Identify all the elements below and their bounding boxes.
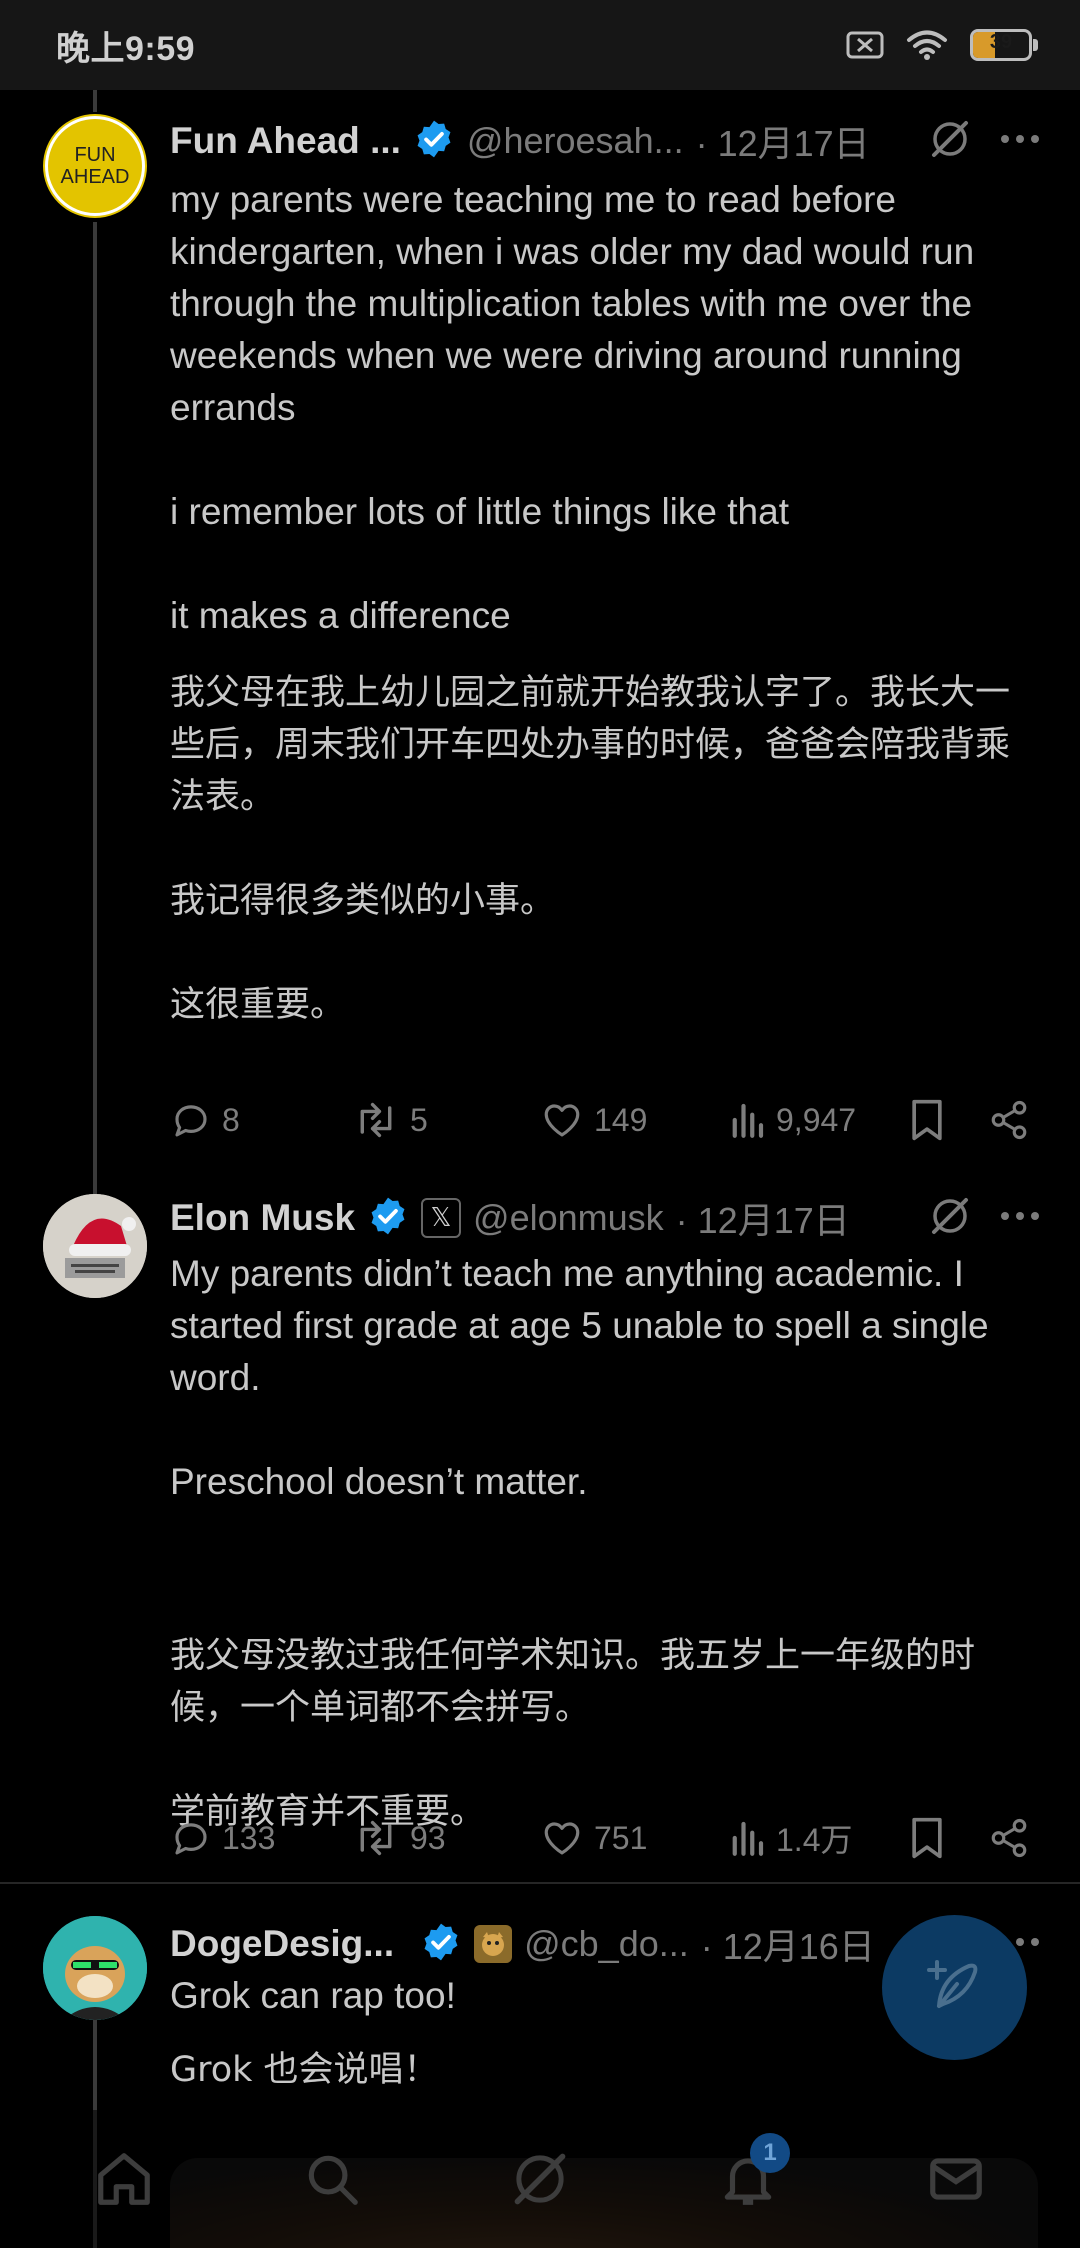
post-text: My parents didn’t teach me anything acad… <box>170 1253 989 1502</box>
reply-count: 8 <box>222 1101 240 1138</box>
status-bar: 晚上9:59 39 <box>0 0 1080 90</box>
bookmark-icon[interactable] <box>908 1816 988 1860</box>
post-date[interactable]: · 12月17日 <box>676 1192 850 1244</box>
post-divider <box>0 1882 1080 1884</box>
like-button[interactable]: 751 <box>540 1817 728 1859</box>
x-affiliate-badge: 𝕏 <box>421 1198 462 1238</box>
post-actions: 133 93 751 1.4万 <box>170 1808 1040 1868</box>
author-handle[interactable]: @elonmusk <box>473 1197 664 1239</box>
views-button[interactable]: 9,947 <box>728 1099 908 1141</box>
verified-badge-icon <box>413 118 455 165</box>
thread-line <box>93 222 97 1284</box>
post-translation: Grok 也会说唱！ <box>170 2050 439 2090</box>
compose-post-button[interactable] <box>882 1915 1027 2060</box>
home-icon[interactable] <box>74 2129 174 2229</box>
author-handle[interactable]: @cb_do... <box>524 1923 689 1965</box>
views-button[interactable]: 1.4万 <box>728 1815 908 1861</box>
post-elon-musk[interactable]: Elon Musk 𝕏 @elonmusk · 12月17日 My parent… <box>0 1190 1080 1970</box>
post-header: Fun Ahead ... @heroesah... · 12月17日 <box>170 113 1040 169</box>
like-count: 149 <box>594 1101 648 1138</box>
like-count: 751 <box>594 1819 648 1856</box>
messages-icon[interactable] <box>906 2129 1006 2229</box>
author-name[interactable]: DogeDesig... <box>170 1923 394 1965</box>
more-options-icon[interactable] <box>1000 132 1040 150</box>
avatar[interactable] <box>43 1194 147 1298</box>
reply-count: 133 <box>222 1819 276 1856</box>
view-count: 9,947 <box>776 1101 857 1138</box>
post-translation: 我父母在我上幼儿园之前就开始教我认字了。我长大一些后，周末我们开车四处办事的时候… <box>170 673 1011 1025</box>
repost-button[interactable]: 5 <box>352 1099 540 1141</box>
share-icon[interactable] <box>988 1817 1030 1859</box>
repost-button[interactable]: 93 <box>352 1817 540 1859</box>
battery-level: 39 <box>989 31 1013 53</box>
verified-badge-icon <box>367 1195 409 1242</box>
post-translation: 我父母没教过我任何学术知识。我五岁上一年级的时候，一个单词都不会拼写。 学前教育… <box>170 1636 976 1832</box>
doge-affiliate-icon <box>474 1925 513 1963</box>
avatar-text: AHEAD <box>60 166 130 188</box>
reply-button[interactable]: 8 <box>170 1099 352 1141</box>
post-date[interactable]: · 12月16日 <box>701 1918 875 1970</box>
post-actions: 8 5 149 9,947 <box>170 1090 1040 1150</box>
more-options-icon[interactable] <box>1000 1209 1040 1227</box>
post-header: Elon Musk 𝕏 @elonmusk · 12月17日 <box>170 1190 1040 1246</box>
avatar[interactable]: FUN AHEAD <box>43 114 147 218</box>
repost-count: 5 <box>410 1101 428 1138</box>
post-fun-ahead[interactable]: FUN AHEAD Fun Ahead ... @heroesah... · 1… <box>0 90 1080 1284</box>
share-icon[interactable] <box>988 1099 1030 1141</box>
grok-icon[interactable] <box>490 2129 590 2229</box>
status-time: 晚上9:59 <box>56 29 196 68</box>
notification-badge: 1 <box>750 2133 790 2173</box>
grok-icon[interactable] <box>928 1194 972 1243</box>
author-name[interactable]: Fun Ahead ... <box>170 120 401 162</box>
battery-icon: 39 <box>970 29 1038 61</box>
avatar-text: FUN <box>74 144 116 166</box>
repost-count: 93 <box>410 1819 446 1856</box>
avatar[interactable] <box>43 1916 147 2020</box>
bottom-navigation: 1 <box>0 2110 1080 2248</box>
post-text: my parents were teaching me to read befo… <box>170 179 975 636</box>
verified-badge-icon <box>420 1921 462 1968</box>
author-name[interactable]: Elon Musk <box>170 1197 355 1239</box>
search-icon[interactable] <box>282 2129 382 2229</box>
notifications-icon[interactable]: 1 <box>698 2129 798 2229</box>
view-count: 1.4万 <box>776 1822 853 1858</box>
post-date[interactable]: · 12月17日 <box>696 115 870 167</box>
reply-button[interactable]: 133 <box>170 1817 352 1859</box>
status-icons: 39 <box>846 29 1038 61</box>
author-handle[interactable]: @heroesah... <box>467 120 684 162</box>
grok-icon[interactable] <box>928 117 972 166</box>
thread-line-top <box>93 90 97 112</box>
bookmark-icon[interactable] <box>908 1098 988 1142</box>
like-button[interactable]: 149 <box>540 1099 728 1141</box>
wifi-icon <box>906 29 948 61</box>
no-sim-icon <box>846 31 884 59</box>
